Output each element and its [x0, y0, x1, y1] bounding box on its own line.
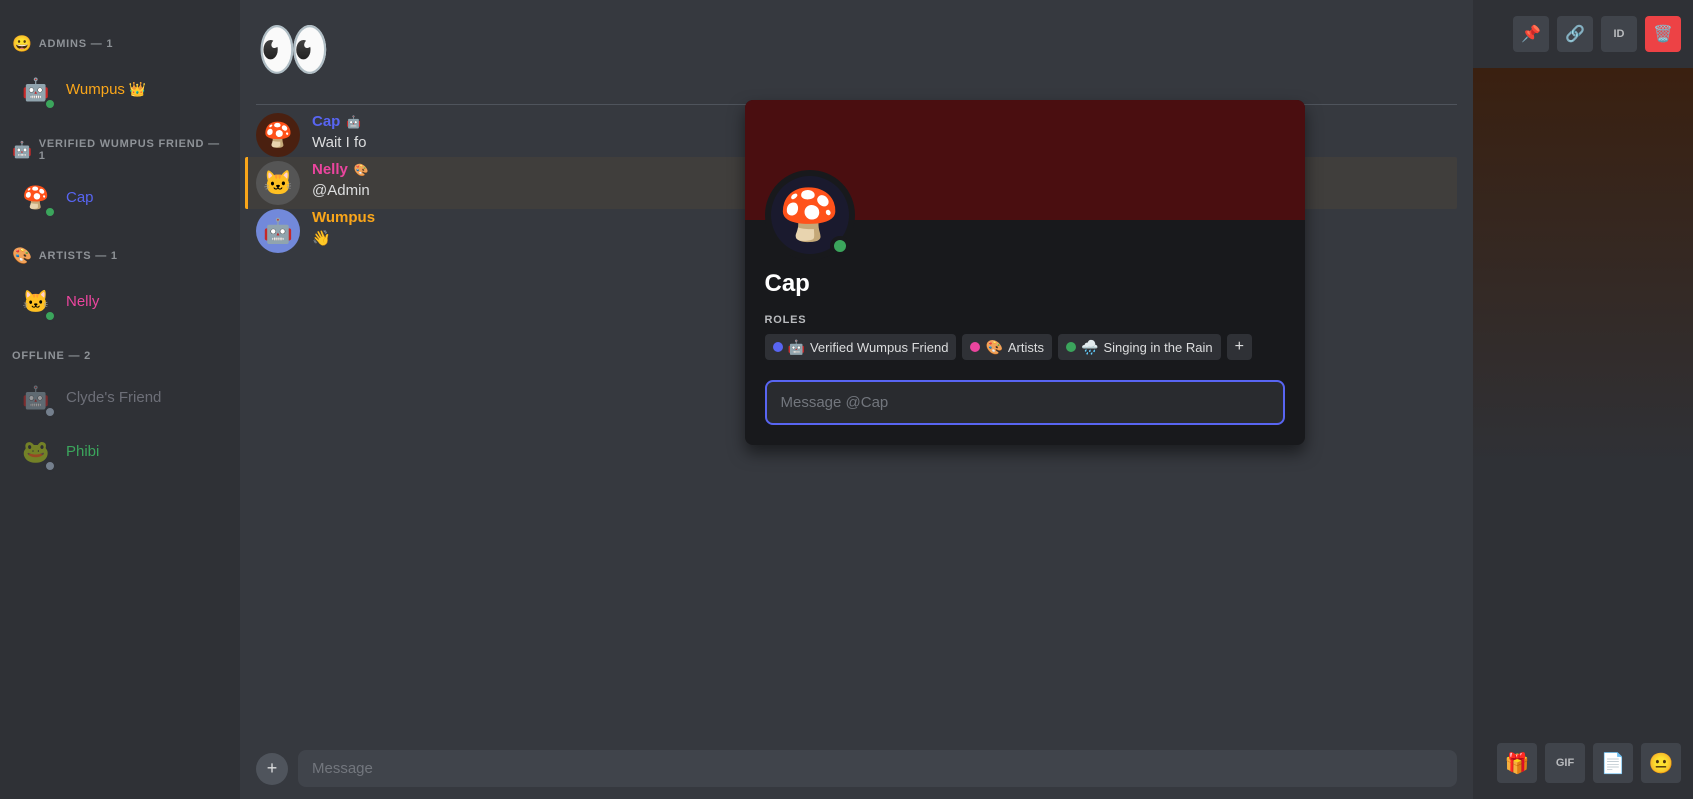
- avatar-wrapper-cap: 🍄: [16, 178, 56, 218]
- add-message-button[interactable]: +: [256, 753, 288, 785]
- msg-avatar-msg1: 🍄: [256, 113, 300, 157]
- member-name-wumpus: Wumpus 👑: [66, 81, 146, 99]
- status-dot-nelly: [44, 310, 56, 322]
- role-dot-verified-wumpus-friend: [773, 342, 783, 352]
- role-icon-singing-in-rain: 🌧️: [1081, 339, 1098, 356]
- delete-button[interactable]: 🗑️: [1645, 16, 1681, 52]
- section-header-offline: OFFLINE — 2: [8, 344, 232, 368]
- msg-avatar-msg3: 🤖: [256, 209, 300, 253]
- status-dot-wumpus: [44, 98, 56, 110]
- chat-input[interactable]: [298, 750, 1457, 787]
- avatar-wrapper-clydes-friend: 🤖: [16, 378, 56, 418]
- section-header-admins: 😀 ADMINS — 1: [8, 28, 232, 60]
- member-name-text-phibi: Phibi: [66, 443, 99, 460]
- member-item-wumpus[interactable]: 🤖 Wumpus 👑: [8, 64, 232, 116]
- profile-name: Cap: [765, 270, 1285, 298]
- member-item-nelly[interactable]: 🐱 Nelly: [8, 276, 232, 328]
- right-bottom-actions: 🎁GIF📄😐: [1473, 727, 1693, 799]
- section-icon-admins: 😀: [12, 34, 33, 54]
- role-badge-artists: 🎨 Artists: [962, 334, 1052, 360]
- avatar-wrapper-phibi: 🐸: [16, 432, 56, 472]
- member-name-text-nelly: Nelly: [66, 293, 99, 310]
- roles-list: 🤖 Verified Wumpus Friend 🎨 Artists 🌧️ Singing…: [765, 334, 1285, 360]
- member-name-nelly: Nelly: [66, 293, 99, 311]
- section-icon-artists: 🎨: [12, 246, 33, 266]
- section-header-verified: 🤖 VERIFIED WUMPUS FRIEND — 1: [8, 132, 232, 168]
- member-name-cap: Cap: [66, 189, 94, 207]
- role-icon-verified-wumpus-friend: 🤖: [788, 339, 805, 356]
- top-emoji-area: 👀: [240, 0, 1473, 80]
- id-button[interactable]: ID: [1601, 16, 1637, 52]
- member-name-text-cap: Cap: [66, 189, 94, 206]
- member-name-phibi: Phibi: [66, 443, 99, 461]
- member-item-clydes-friend[interactable]: 🤖 Clyde's Friend: [8, 372, 232, 424]
- member-item-cap[interactable]: 🍄 Cap: [8, 172, 232, 224]
- section-label-verified: VERIFIED WUMPUS FRIEND — 1: [39, 138, 228, 162]
- member-name-text-wumpus: Wumpus 👑: [66, 81, 146, 98]
- profile-message-input[interactable]: [765, 380, 1285, 425]
- section-label-artists: ARTISTS — 1: [39, 250, 118, 262]
- pin-button[interactable]: 📌: [1513, 16, 1549, 52]
- profile-avatar-status-dot: [830, 236, 850, 256]
- role-label-singing-in-rain: Singing in the Rain: [1103, 340, 1212, 355]
- role-dot-singing-in-rain: [1066, 342, 1076, 352]
- msg-badge-msg2: 🎨: [354, 163, 369, 177]
- chat-input-bar: +: [240, 738, 1473, 799]
- section-label-admins: ADMINS — 1: [39, 38, 114, 50]
- section-header-artists: 🎨 ARTISTS — 1: [8, 240, 232, 272]
- msg-badge-msg1: 🤖: [346, 115, 361, 129]
- avatar-wrapper-wumpus: 🤖: [16, 70, 56, 110]
- members-sidebar: 😀 ADMINS — 1 🤖 Wumpus 👑 🤖 VERIFIED WUMPUS FRI…: [0, 0, 240, 799]
- member-name-clydes-friend: Clyde's Friend: [66, 389, 161, 407]
- add-role-button[interactable]: +: [1227, 334, 1252, 360]
- sticker-button[interactable]: 📄: [1593, 743, 1633, 783]
- msg-author-msg2: Nelly: [312, 161, 348, 178]
- role-icon-artists: 🎨: [985, 339, 1002, 356]
- profile-popup[interactable]: 🍄 Cap ROLES 🤖 Verified Wumpus Friend 🎨 Arti…: [745, 100, 1305, 445]
- section-icon-verified: 🤖: [12, 140, 33, 160]
- status-dot-cap: [44, 206, 56, 218]
- msg-avatar-msg2: 🐱: [256, 161, 300, 205]
- role-label-verified-wumpus-friend: Verified Wumpus Friend: [810, 340, 949, 355]
- member-badge-wumpus: 👑: [125, 81, 146, 97]
- status-dot-phibi: [44, 460, 56, 472]
- link-button[interactable]: 🔗: [1557, 16, 1593, 52]
- section-label-offline: OFFLINE — 2: [12, 350, 91, 362]
- right-panel: 📌🔗ID🗑️ 🎁GIF📄😐: [1473, 0, 1693, 799]
- msg-author-msg3: Wumpus: [312, 209, 375, 226]
- gif-button[interactable]: GIF: [1545, 743, 1585, 783]
- role-dot-artists: [970, 342, 980, 352]
- member-item-phibi[interactable]: 🐸 Phibi: [8, 426, 232, 478]
- avatar-wrapper-nelly: 🐱: [16, 282, 56, 322]
- status-dot-clydes-friend: [44, 406, 56, 418]
- role-label-artists: Artists: [1008, 340, 1044, 355]
- profile-roles-label: ROLES: [765, 314, 1285, 326]
- top-emoji: 👀: [256, 20, 331, 80]
- main-chat: 👀 🍄Cap🤖Wait I fo🐱Nelly🎨@Admin🤖Wumpus👋 + …: [240, 0, 1473, 799]
- profile-banner: 🍄: [745, 100, 1305, 220]
- emoji-button[interactable]: 😐: [1641, 743, 1681, 783]
- member-name-text-clydes-friend: Clyde's Friend: [66, 389, 161, 406]
- role-badge-verified-wumpus-friend: 🤖 Verified Wumpus Friend: [765, 334, 957, 360]
- role-badge-singing-in-rain: 🌧️ Singing in the Rain: [1058, 334, 1221, 360]
- gift-button[interactable]: 🎁: [1497, 743, 1537, 783]
- msg-author-msg1: Cap: [312, 113, 340, 130]
- right-top-actions: 📌🔗ID🗑️: [1473, 0, 1693, 68]
